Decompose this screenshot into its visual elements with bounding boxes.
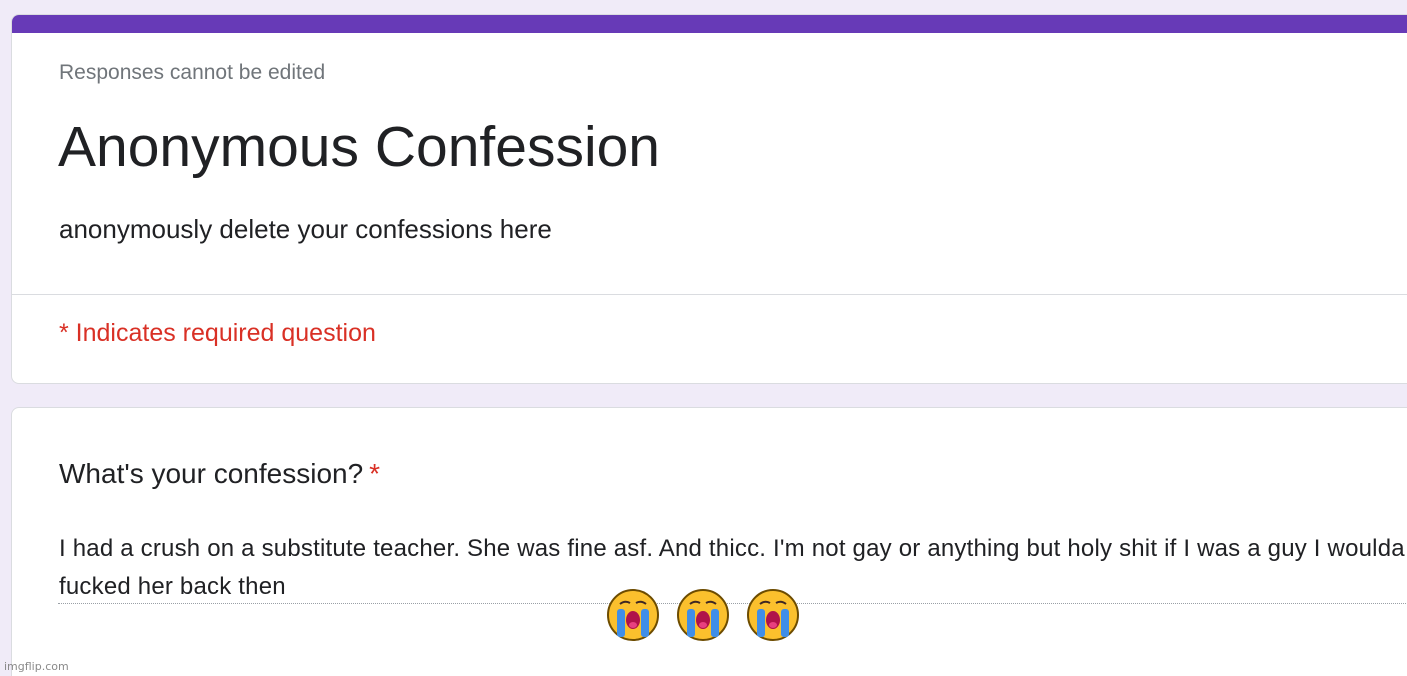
emoji-row — [606, 588, 800, 642]
loudly-crying-face-icon — [676, 588, 730, 642]
form-title: Anonymous Confession — [58, 115, 661, 179]
form-header-card: Responses cannot be edited Anonymous Con… — [11, 14, 1407, 384]
header-divider — [12, 294, 1407, 295]
required-question-note: * Indicates required question — [59, 319, 376, 347]
question-title: What's your confession? * — [59, 458, 380, 490]
question-label: What's your confession? — [59, 458, 364, 489]
imgflip-watermark: imgflip.com — [4, 660, 69, 673]
loudly-crying-face-icon — [746, 588, 800, 642]
theme-accent-bar — [12, 15, 1407, 33]
required-asterisk: * — [369, 458, 381, 489]
form-description: anonymously delete your confessions here — [59, 214, 552, 244]
responses-notice: Responses cannot be edited — [59, 61, 326, 84]
loudly-crying-face-icon — [606, 588, 660, 642]
